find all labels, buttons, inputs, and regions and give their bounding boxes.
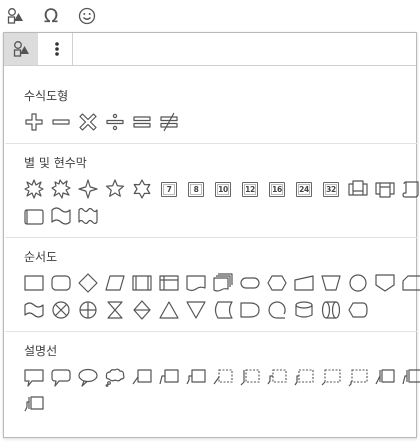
panel-tabs [4,33,416,66]
line-callout-1-dashed-shape-icon[interactable] [211,365,235,389]
star-7-shape-icon[interactable]: 7 [157,177,181,201]
star-10-shape-icon[interactable]: 10 [211,177,235,201]
scroll-horizontal-shape-icon[interactable] [22,204,46,228]
merge-shape-icon[interactable] [184,298,208,322]
line-callout-2-shape-icon[interactable] [157,365,181,389]
process-shape-icon[interactable] [22,271,46,295]
offpage-connector-shape-icon[interactable] [373,271,397,295]
rounded-callout-shape-icon[interactable] [49,365,73,389]
explosion-2-shape-icon[interactable] [49,177,73,201]
plus-shape-icon[interactable] [22,110,46,134]
multidocument-shape-icon[interactable] [211,271,235,295]
star-7-label: 7 [161,181,177,197]
star-8-shape-icon[interactable]: 8 [184,177,208,201]
connector-shape-icon[interactable] [346,271,370,295]
ribbon-up-shape-icon[interactable] [346,177,370,201]
direct-access-shape-icon[interactable] [319,298,343,322]
explosion-1-shape-icon[interactable] [22,177,46,201]
more-vertical-icon [55,42,59,56]
line-callout-1-shape-icon[interactable] [130,365,154,389]
star-24-shape-icon[interactable]: 24 [292,177,316,201]
line-callout-6-dashed-shape-icon[interactable] [346,365,370,389]
star-16-label: 16 [269,181,285,197]
more-options-tab[interactable] [42,33,73,65]
star-12-shape-icon[interactable]: 12 [238,177,262,201]
preparation-shape-icon[interactable] [265,271,289,295]
document-shape-icon[interactable] [184,271,208,295]
manual-operation-shape-icon[interactable] [319,271,343,295]
predefined-process-shape-icon[interactable] [130,271,154,295]
section-title-flowchart: 순서도 [24,250,58,264]
omega-symbol-icon[interactable]: Ω [38,3,64,29]
decision-shape-icon[interactable] [76,271,100,295]
line-callout-2-dashed-shape-icon[interactable] [238,365,262,389]
shapes-tab-icon [13,41,29,57]
extract-shape-icon[interactable] [157,298,181,322]
star-12-label: 12 [242,181,258,197]
magnetic-disk-shape-icon[interactable] [292,298,316,322]
data-shape-icon[interactable] [103,271,127,295]
or-shape-icon[interactable] [76,298,100,322]
section-title-stars: 별 및 현수막 [24,156,87,170]
star-24-label: 24 [296,181,312,197]
card-shape-icon[interactable] [400,271,420,295]
wave-shape-icon[interactable] [49,204,73,228]
line-callout-3-dashed-shape-icon[interactable] [265,365,289,389]
line-callout-border-2-shape-icon[interactable] [22,392,46,416]
collate-shape-icon[interactable] [103,298,127,322]
divider [5,331,417,332]
cloud-callout-shape-icon[interactable] [103,365,127,389]
stored-data-shape-icon[interactable] [211,298,235,322]
line-callout-4-dashed-shape-icon[interactable] [292,365,316,389]
star-32-shape-icon[interactable]: 32 [319,177,343,201]
divide-shape-icon[interactable] [103,110,127,134]
line-callout-3-shape-icon[interactable] [184,365,208,389]
star-16-shape-icon[interactable]: 16 [265,177,289,201]
omega-glyph: Ω [43,5,59,27]
delay-shape-icon[interactable] [238,298,262,322]
minus-shape-icon[interactable] [49,110,73,134]
line-callout-accent-shape-icon[interactable] [373,365,397,389]
multiply-shape-icon[interactable] [76,110,100,134]
punched-tape-shape-icon[interactable] [22,298,46,322]
manual-input-shape-icon[interactable] [292,271,316,295]
internal-storage-shape-icon[interactable] [157,271,181,295]
ribbon-down-shape-icon[interactable] [373,177,397,201]
line-callout-border-shape-icon[interactable] [400,365,420,389]
sort-shape-icon[interactable] [130,298,154,322]
oval-callout-shape-icon[interactable] [76,365,100,389]
divider [5,143,417,144]
alternate-process-shape-icon[interactable] [49,271,73,295]
star-5-shape-icon[interactable] [103,177,127,201]
star-8-label: 8 [188,181,204,197]
star-32-label: 32 [323,181,339,197]
terminator-shape-icon[interactable] [238,271,262,295]
sequential-access-shape-icon[interactable] [265,298,289,322]
line-callout-5-dashed-shape-icon[interactable] [319,365,343,389]
section-title-callouts: 설명선 [24,344,58,358]
scroll-vertical-shape-icon[interactable] [400,177,420,201]
double-wave-shape-icon[interactable] [76,204,100,228]
summing-junction-shape-icon[interactable] [49,298,73,322]
rect-callout-shape-icon[interactable] [22,365,46,389]
divider [5,237,417,238]
toolbar: Ω [0,0,420,32]
star-6-shape-icon[interactable] [130,177,154,201]
display-shape-icon[interactable] [346,298,370,322]
shapes-panel: 수식도형 별 및 현수막 7 8 10 12 16 24 32 순서도 설명선 [3,32,420,438]
not-equal-shape-icon[interactable] [157,110,181,134]
equal-shape-icon[interactable] [130,110,154,134]
star-4-shape-icon[interactable] [76,177,100,201]
section-title-math: 수식도형 [24,89,69,103]
shapes-icon[interactable] [2,3,28,29]
star-10-label: 10 [215,181,231,197]
smiley-icon[interactable] [74,3,100,29]
shapes-tab[interactable] [4,33,38,65]
